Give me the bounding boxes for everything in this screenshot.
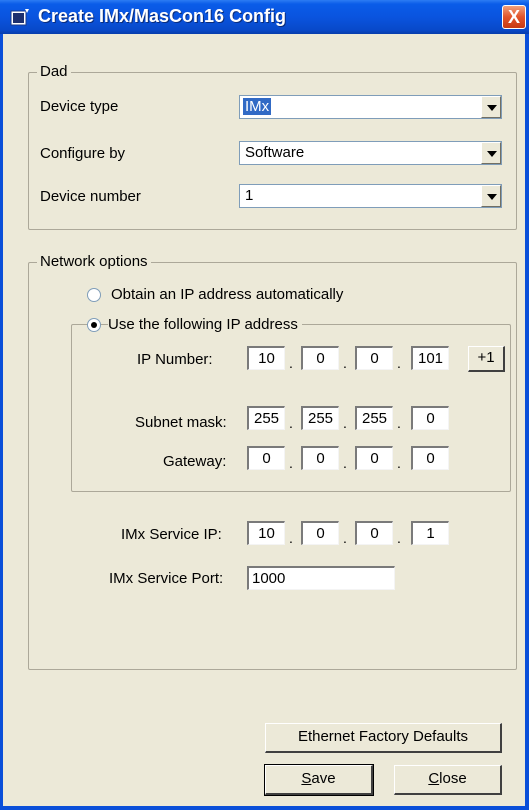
app-icon bbox=[10, 9, 29, 26]
device-type-select[interactable]: IMx bbox=[239, 95, 502, 119]
octet-separator: . bbox=[289, 355, 293, 371]
service-ip-octet-2[interactable]: 0 bbox=[301, 521, 339, 545]
dad-legend: Dad bbox=[37, 63, 71, 80]
chevron-down-icon[interactable] bbox=[481, 185, 501, 207]
window-title: Create IMx/MasCon16 Config bbox=[38, 6, 287, 26]
ip-number-octet-4[interactable]: 101 bbox=[411, 346, 449, 370]
ip-number-octet-3[interactable]: 0 bbox=[355, 346, 393, 370]
network-options-legend: Network options bbox=[37, 253, 151, 270]
chevron-down-icon[interactable] bbox=[481, 142, 501, 164]
manual-ip-radio[interactable] bbox=[87, 318, 101, 332]
gateway-label: Gateway: bbox=[163, 453, 227, 470]
save-mnemonic: S bbox=[301, 770, 312, 787]
auto-ip-radio[interactable] bbox=[87, 288, 101, 302]
service-port-label: IMx Service Port: bbox=[109, 570, 224, 587]
configure-by-label: Configure by bbox=[40, 145, 126, 162]
gateway-octet-1[interactable]: 0 bbox=[247, 446, 285, 470]
octet-separator: . bbox=[397, 455, 401, 471]
ip-number-label: IP Number: bbox=[137, 351, 213, 368]
ip-number-octet-2[interactable]: 0 bbox=[301, 346, 339, 370]
octet-separator: . bbox=[343, 355, 347, 371]
save-label-rest: ave bbox=[311, 770, 336, 787]
device-number-value: 1 bbox=[245, 187, 254, 204]
close-button[interactable]: Close bbox=[394, 765, 502, 795]
chevron-down-icon[interactable] bbox=[481, 96, 501, 118]
gateway-octet-3[interactable]: 0 bbox=[355, 446, 393, 470]
subnet-mask-label: Subnet mask: bbox=[135, 414, 227, 431]
subnet-mask-octet-1[interactable]: 255 bbox=[247, 406, 285, 430]
subnet-mask-octet-2[interactable]: 255 bbox=[301, 406, 339, 430]
device-number-label: Device number bbox=[40, 188, 141, 205]
ip-number-octet-1[interactable]: 10 bbox=[247, 346, 285, 370]
configure-by-select[interactable]: Software bbox=[239, 141, 502, 165]
octet-separator: . bbox=[289, 530, 293, 546]
title-bar[interactable]: Create IMx/MasCon16 Config X bbox=[0, 0, 529, 34]
subnet-mask-octet-3[interactable]: 255 bbox=[355, 406, 393, 430]
ethernet-factory-defaults-button[interactable]: Ethernet Factory Defaults bbox=[265, 723, 502, 753]
service-ip-octet-3[interactable]: 0 bbox=[355, 521, 393, 545]
save-button[interactable]: Save bbox=[264, 764, 374, 796]
octet-separator: . bbox=[397, 530, 401, 546]
dialog-window: Create IMx/MasCon16 Config X Dad Device … bbox=[0, 0, 529, 810]
service-ip-octet-4[interactable]: 1 bbox=[411, 521, 449, 545]
gateway-octet-2[interactable]: 0 bbox=[301, 446, 339, 470]
device-type-value: IMx bbox=[243, 98, 272, 115]
device-type-label: Device type bbox=[40, 98, 119, 115]
manual-ip-label[interactable]: Use the following IP address bbox=[108, 316, 302, 333]
octet-separator: . bbox=[343, 530, 347, 546]
configure-by-value: Software bbox=[245, 144, 305, 161]
close-mnemonic: C bbox=[428, 770, 440, 787]
octet-separator: . bbox=[397, 415, 401, 431]
octet-separator: . bbox=[289, 415, 293, 431]
close-window-button[interactable]: X bbox=[502, 5, 526, 29]
service-port-input[interactable]: 1000 bbox=[247, 566, 395, 590]
octet-separator: . bbox=[343, 415, 347, 431]
octet-separator: . bbox=[289, 455, 293, 471]
auto-ip-label[interactable]: Obtain an IP address automatically bbox=[111, 286, 343, 303]
device-number-select[interactable]: 1 bbox=[239, 184, 502, 208]
increment-ip-button[interactable]: +1 bbox=[468, 346, 505, 372]
gateway-octet-4[interactable]: 0 bbox=[411, 446, 449, 470]
octet-separator: . bbox=[343, 455, 347, 471]
service-ip-label: IMx Service IP: bbox=[121, 526, 222, 543]
close-icon: X bbox=[507, 7, 520, 27]
close-label-rest: lose bbox=[439, 770, 467, 787]
octet-separator: . bbox=[397, 355, 401, 371]
subnet-mask-octet-4[interactable]: 0 bbox=[411, 406, 449, 430]
service-ip-octet-1[interactable]: 10 bbox=[247, 521, 285, 545]
